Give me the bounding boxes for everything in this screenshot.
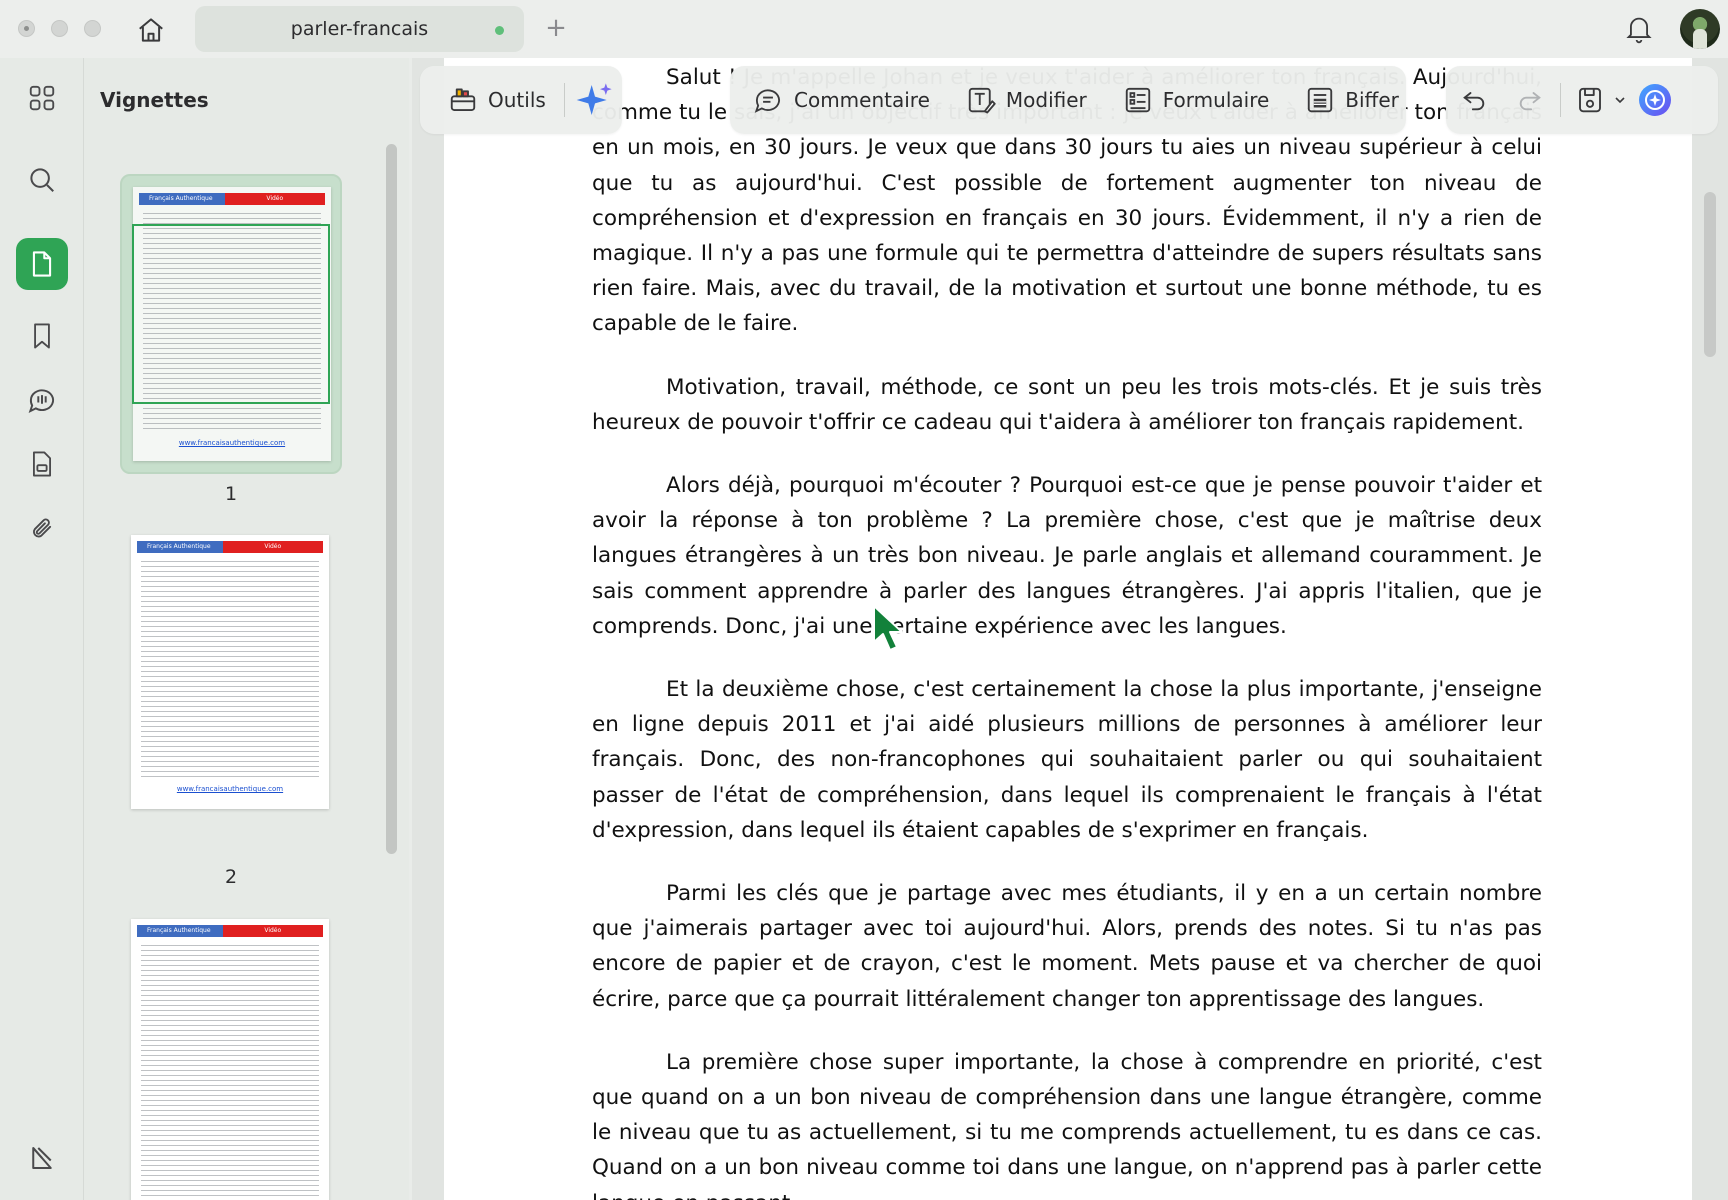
thumbnail-url: www.francaisauthentique.com: [176, 785, 284, 793]
document-tab[interactable]: parler-francais: [195, 6, 524, 52]
paragraph: Alors déjà, pourquoi m'écouter ? Pourquo…: [592, 473, 1542, 639]
redact-button[interactable]: Biffer: [1295, 76, 1409, 124]
sidebar-toggle-button[interactable]: [16, 1132, 68, 1184]
mouse-cursor-icon: [873, 605, 903, 651]
redact-icon: [1308, 87, 1333, 113]
save-options-dropdown[interactable]: [1607, 76, 1633, 124]
paragraph: Parmi les clés que je partage avec mes é…: [592, 881, 1542, 1012]
search-button[interactable]: [16, 154, 68, 206]
new-tab-button[interactable]: +: [542, 13, 570, 43]
chevron-down-icon: [1615, 97, 1625, 104]
thumbnail-header-right: Vidéo: [224, 193, 325, 205]
bookmarks-button[interactable]: [16, 310, 68, 362]
comment-label: Commentaire: [794, 88, 930, 112]
thumbnail-header-left: Français Authentique: [137, 541, 223, 553]
redo-icon: [1519, 92, 1541, 111]
page-content: Salut ! Je m'appelle Johan et je veux t'…: [592, 58, 1542, 1200]
bell-icon: [1626, 17, 1652, 44]
notifications-button[interactable]: [1622, 12, 1656, 46]
thumbnail-header-right: Vidéo: [222, 925, 323, 937]
paragraph: La première chose super importante, la c…: [592, 1049, 1542, 1200]
save-button[interactable]: [1565, 76, 1607, 124]
search-icon: [30, 168, 54, 192]
left-icon-rail: [0, 58, 84, 1200]
grid-view-button[interactable]: [16, 72, 68, 124]
bookmark-icon: [34, 323, 50, 349]
paragraph: Motivation, travail, méthode, ce sont un…: [592, 374, 1542, 435]
title-bar: parler-francais +: [0, 0, 1728, 58]
edit-button[interactable]: Modifier: [956, 76, 1097, 124]
zoom-window-button[interactable]: [84, 20, 101, 37]
thumbnail-header: Français Authentique Vidéo: [137, 925, 323, 937]
comment-icon: [754, 89, 780, 113]
redact-label: Biffer: [1345, 88, 1399, 112]
form-button[interactable]: Formulaire: [1113, 76, 1280, 124]
save-icon: [1579, 87, 1601, 113]
thumbnails-button[interactable]: [16, 238, 68, 290]
ai-assistant-button[interactable]: [1633, 76, 1677, 124]
undo-icon: [1463, 92, 1485, 111]
page-thumbnail-1[interactable]: Français Authentique Vidéo www.francaisa…: [120, 174, 342, 474]
page-number-1: 1: [224, 483, 238, 505]
home-icon: [139, 18, 163, 42]
edit-label: Modifier: [1005, 88, 1087, 112]
grid-icon: [29, 85, 55, 111]
thumbnail-url: www.francaisauthentique.com: [178, 439, 286, 447]
attachment-icon: [33, 518, 52, 538]
page-thumbnail-3[interactable]: Français Authentique Vidéo: [120, 908, 342, 1200]
toolbox-icon: [450, 88, 476, 111]
undo-button[interactable]: [1450, 76, 1498, 124]
document-info-button[interactable]: [16, 438, 68, 490]
ai-assistant-icon: [1639, 84, 1671, 116]
thumbnail-scrollbar[interactable]: [386, 144, 397, 854]
edit-toolbar: Commentaire Modifier Formulaire Biffer: [730, 66, 1406, 134]
pages-icon: [32, 251, 52, 277]
unsaved-indicator: [495, 26, 504, 35]
tab-title: parler-francais: [290, 18, 429, 40]
user-avatar[interactable]: [1680, 9, 1720, 49]
edit-text-icon: [968, 87, 996, 114]
comment-button[interactable]: Commentaire: [742, 76, 940, 124]
thumbnail-header-left: Français Authentique: [137, 925, 223, 937]
document-scrollbar[interactable]: [1704, 192, 1716, 357]
thumbnail-panel: Vignettes Français Authentique Vidéo www…: [84, 58, 409, 1200]
thumbnail-header-left: Français Authentique: [139, 193, 225, 205]
visible-area-indicator: [132, 224, 330, 404]
comments-icon: [28, 389, 55, 413]
attachments-button[interactable]: [16, 502, 68, 554]
paragraph: Et la deuxième chose, c'est certainement…: [592, 677, 1542, 843]
ai-sparkle-icon[interactable]: [575, 80, 615, 120]
redo-button[interactable]: [1506, 76, 1554, 124]
form-icon: [1125, 87, 1150, 113]
thumbnail-text-lines: [141, 561, 319, 781]
actions-toolbar: [1446, 66, 1718, 134]
tools-label: Outils: [488, 88, 546, 112]
toolbar-divider: [1560, 83, 1561, 117]
close-window-button[interactable]: [18, 20, 35, 37]
sidebar-toggle-icon: [32, 1147, 52, 1169]
thumbnail-page: Français Authentique Vidéo: [131, 919, 329, 1200]
thumbnail-header: Français Authentique Vidéo: [139, 193, 325, 205]
comments-button[interactable]: [16, 374, 68, 426]
home-button[interactable]: [133, 12, 169, 48]
tools-button[interactable]: Outils: [438, 76, 556, 124]
toolbar-divider: [563, 83, 565, 117]
thumbnail-header: Français Authentique Vidéo: [137, 541, 323, 553]
form-label: Formulaire: [1162, 88, 1270, 112]
minimize-window-button[interactable]: [51, 20, 68, 37]
thumbnail-header-right: Vidéo: [222, 541, 323, 553]
panel-title: Vignettes: [100, 88, 209, 112]
page-thumbnail-2[interactable]: Français Authentique Vidéo www.francaisa…: [120, 524, 342, 824]
thumbnail-page: Français Authentique Vidéo www.francaisa…: [131, 535, 329, 809]
document-icon: [33, 451, 51, 477]
thumbnail-text-lines: [141, 945, 319, 1200]
page-number-2: 2: [224, 866, 238, 888]
